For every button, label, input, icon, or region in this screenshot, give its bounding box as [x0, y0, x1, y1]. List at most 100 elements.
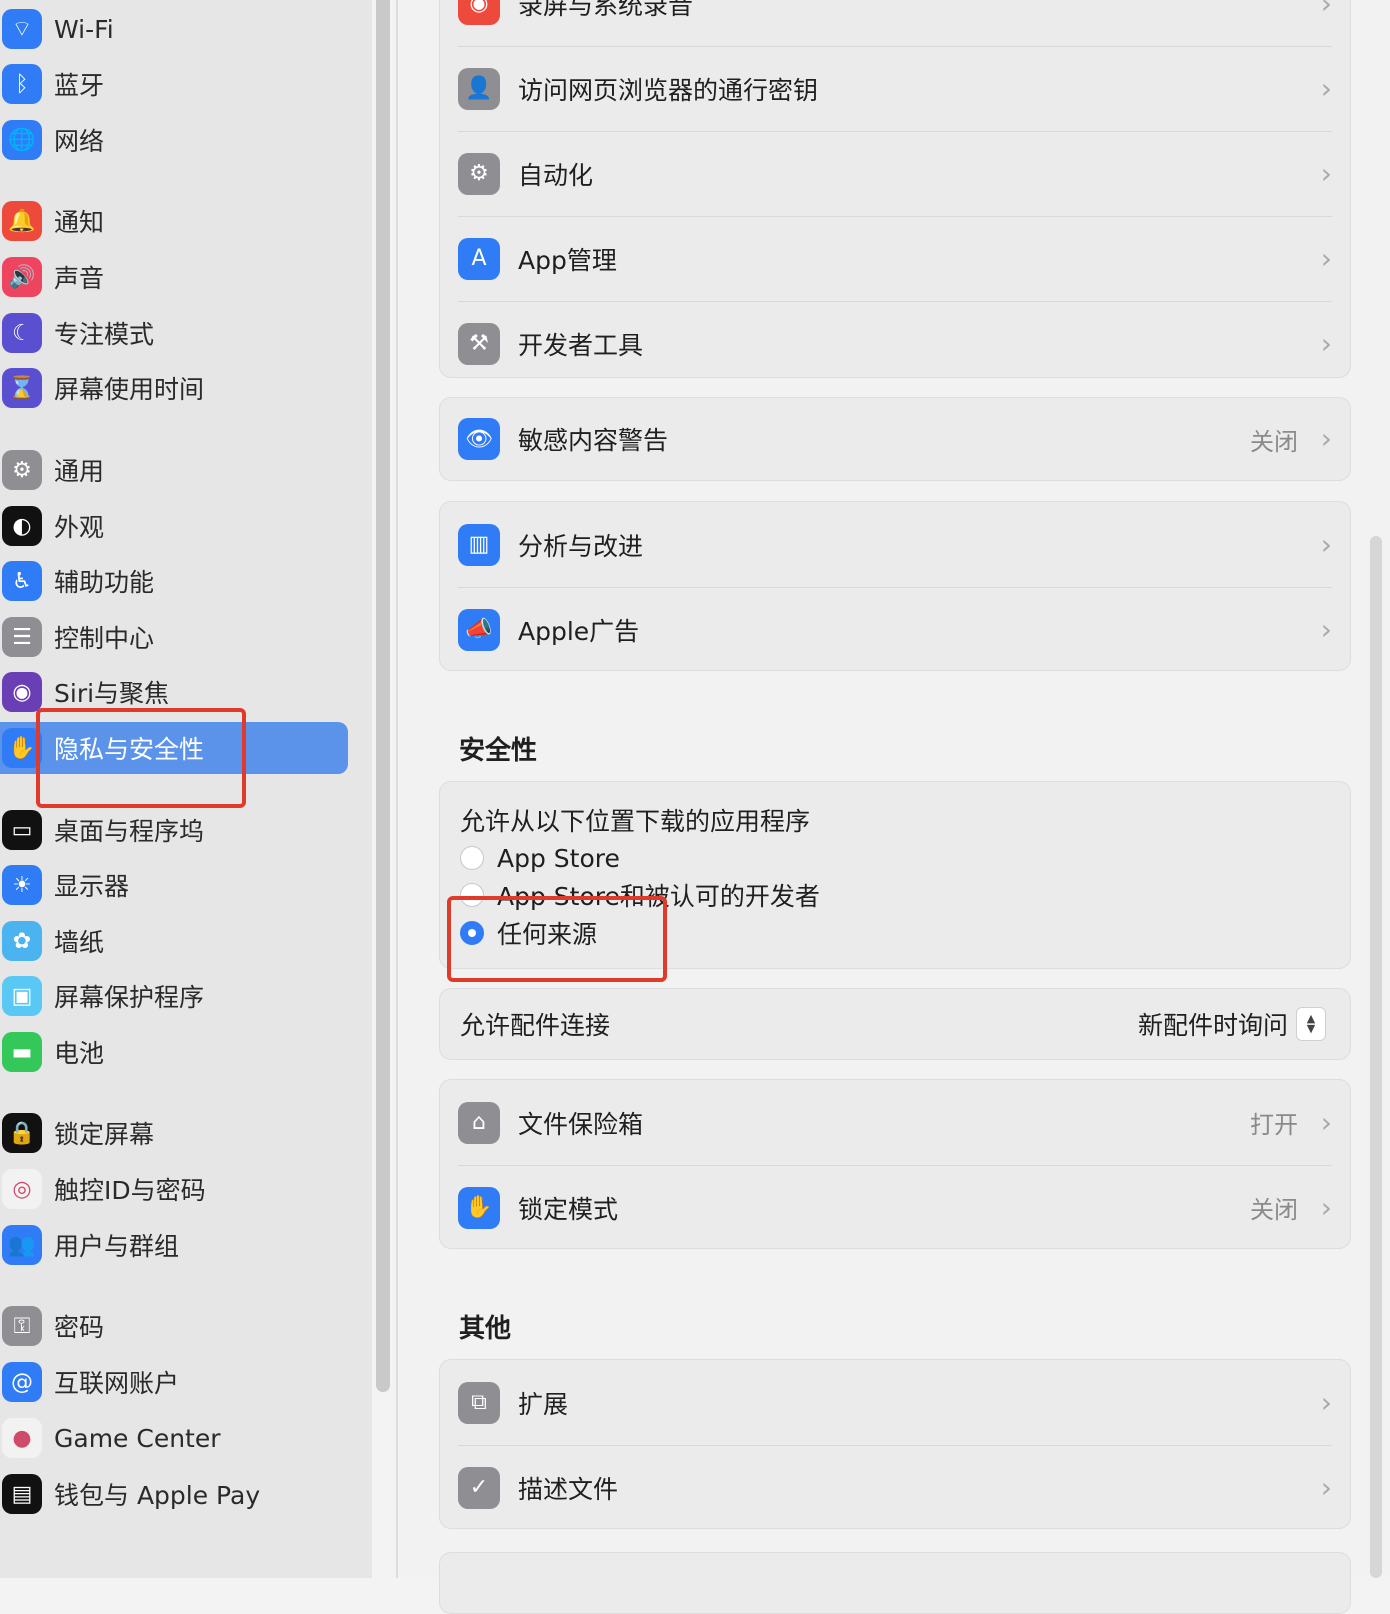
sidebar-item[interactable]: ● Game Center	[0, 1412, 348, 1464]
sidebar-item[interactable]: ◉ Siri与聚焦	[0, 666, 348, 718]
accessory-popup-value[interactable]: 新配件时询问	[1138, 1006, 1288, 1042]
sidebar-item[interactable]: ▣ 屏幕保护程序	[0, 970, 348, 1022]
sidebar-item-label: 墙纸	[54, 928, 105, 957]
accessory-row: 允许配件连接 新配件时询问 ▲ ▼	[440, 989, 1350, 1059]
sidebar-item[interactable]: ᛒ 蓝牙	[0, 58, 348, 110]
siri-icon: ◉	[2, 672, 42, 712]
record-icon: ◉	[458, 0, 500, 25]
accessory-card: 允许配件连接 新配件时询问 ▲ ▼	[439, 988, 1351, 1060]
chevron-right-icon: ›	[1320, 241, 1332, 275]
at-icon: @	[2, 1362, 42, 1402]
chevron-right-icon: ›	[1320, 1470, 1332, 1504]
sidebar-item-label: Siri与聚焦	[54, 679, 170, 708]
settings-row[interactable]: ⚙ 自动化 ›	[440, 131, 1350, 216]
appearance-icon: ◐	[2, 506, 42, 546]
popup-chevrons-icon[interactable]: ▲ ▼	[1296, 1007, 1326, 1041]
game-center-icon: ●	[2, 1418, 42, 1458]
sensitive-content-row[interactable]: 👁 敏感内容警告 关闭 ›	[440, 398, 1350, 480]
row-value: 打开	[1250, 1111, 1298, 1139]
sidebar-item[interactable]: ✋ 隐私与安全性	[0, 722, 348, 774]
sidebar-item[interactable]: 🌐 网络	[0, 114, 348, 166]
settings-row[interactable]: A App管理 ›	[440, 216, 1350, 301]
vault-icon: ⌂	[458, 1101, 500, 1144]
sidebar-item[interactable]: ▬ 电池	[0, 1026, 348, 1078]
eye-icon: 👁	[458, 418, 500, 460]
radio-option-anywhere[interactable]: 任何来源	[460, 915, 597, 951]
person-key-icon: 👤	[458, 67, 500, 110]
sidebar-item-label: 声音	[54, 264, 105, 293]
sidebar-item-label: Wi-Fi	[54, 14, 114, 44]
sidebar-item[interactable]: 🔊 声音	[0, 251, 348, 303]
row-label: App管理	[518, 245, 617, 275]
settings-row[interactable]: ⚒ 开发者工具 ›	[440, 301, 1350, 386]
accessibility-icon: ♿	[2, 561, 42, 601]
sidebar-item-label: 通知	[54, 208, 105, 237]
sidebar-item-label: 锁定屏幕	[54, 1120, 155, 1149]
sensitive-content-card: 👁 敏感内容警告 关闭 ›	[439, 397, 1351, 481]
users-icon: 👥	[2, 1225, 42, 1265]
row-value: 关闭	[1250, 1196, 1298, 1224]
settings-row[interactable]: ▥ 分析与改进 ›	[440, 502, 1350, 587]
main-pane: ◉ 录屏与系统录音 › 👤 访问网页浏览器的通行密钥 › ⚙ 自动化 › A App管理 › ⚒ 开发者工…	[398, 0, 1390, 1614]
globe-icon: 🌐	[2, 120, 42, 160]
row-label: 自动化	[518, 160, 594, 190]
sidebar-item[interactable]: ⌛ 屏幕使用时间	[0, 362, 348, 414]
hammer-icon: ⚒	[458, 322, 500, 365]
sidebar-item[interactable]: ☰ 控制中心	[0, 611, 348, 663]
radio-option-app-store[interactable]: App Store	[460, 840, 620, 876]
sidebar-item-label: 显示器	[54, 872, 130, 901]
sidebar-item-label: 蓝牙	[54, 71, 105, 100]
row-label: 录屏与系统录音	[518, 0, 694, 20]
app-store-icon: A	[458, 237, 500, 280]
radio-button[interactable]	[460, 883, 484, 907]
settings-row[interactable]: ⌂ 文件保险箱 打开 ›	[440, 1080, 1350, 1165]
wifi-icon: ⌔	[2, 9, 42, 49]
sidebar-item[interactable]: ⌔ Wi-Fi	[0, 3, 348, 55]
sidebar-item[interactable]: 🔒 锁定屏幕	[0, 1107, 348, 1159]
sidebar-item[interactable]: ◎ 触控ID与密码	[0, 1163, 348, 1215]
sidebar-item[interactable]: ☾ 专注模式	[0, 307, 348, 359]
sidebar-item[interactable]: 🔔 通知	[0, 195, 348, 247]
speaker-icon: 🔊	[2, 257, 42, 297]
chevron-right-icon: ›	[1320, 1190, 1332, 1224]
sidebar-item[interactable]: ⚙ 通用	[0, 444, 348, 496]
main-scrollbar[interactable]	[1370, 536, 1382, 1578]
radio-button[interactable]	[460, 846, 484, 870]
row-label: 锁定模式	[518, 1194, 619, 1224]
radio-button-selected[interactable]	[460, 921, 484, 945]
sidebar-item[interactable]: ◐ 外观	[0, 500, 348, 552]
settings-row[interactable]: ⧉ 扩展 ›	[440, 1360, 1350, 1445]
chevron-right-icon: ›	[1320, 1385, 1332, 1419]
sidebar-item[interactable]: ♿ 辅助功能	[0, 555, 348, 607]
sidebar-item[interactable]: 👥 用户与群组	[0, 1219, 348, 1271]
sidebar-item[interactable]: ☀ 显示器	[0, 859, 348, 911]
chevron-right-icon: ›	[1320, 612, 1332, 646]
battery-icon: ▬	[2, 1032, 42, 1072]
moon-icon: ☾	[2, 313, 42, 353]
sidebar-item[interactable]: ▭ 桌面与程序坞	[0, 804, 348, 856]
row-label: 扩展	[518, 1389, 569, 1419]
sidebar-item[interactable]: ⚿ 密码	[0, 1300, 348, 1352]
sidebar-scrollbar[interactable]	[376, 0, 390, 1392]
settings-row[interactable]: ✓ 描述文件 ›	[440, 1445, 1350, 1530]
settings-row[interactable]: 📣 Apple广告 ›	[440, 587, 1350, 672]
settings-row[interactable]: 👤 访问网页浏览器的通行密钥 ›	[440, 46, 1350, 131]
row-label: 敏感内容警告	[518, 426, 669, 455]
hand-icon: ✋	[458, 1186, 500, 1229]
analytics-card: ▥ 分析与改进 › 📣 Apple广告 ›	[439, 501, 1351, 671]
sidebar-item[interactable]: ▤ 钱包与 Apple Pay	[0, 1468, 348, 1520]
settings-row[interactable]: ◉ 录屏与系统录音 ›	[440, 0, 1350, 46]
partial-card	[439, 1552, 1351, 1614]
fingerprint-icon: ◎	[2, 1169, 42, 1209]
sidebar-item-label: 电池	[54, 1039, 105, 1068]
check-badge-icon: ✓	[458, 1466, 500, 1509]
chevron-right-icon: ›	[1320, 1105, 1332, 1139]
sidebar-item-label: 用户与群组	[54, 1232, 180, 1261]
settings-row[interactable]: ✋ 锁定模式 关闭 ›	[440, 1165, 1350, 1250]
sidebar-item-label: 外观	[54, 513, 105, 542]
sidebar-item[interactable]: ✿ 墙纸	[0, 915, 348, 967]
radio-option-identified-developers[interactable]: App Store和被认可的开发者	[460, 877, 820, 913]
sidebar-item[interactable]: @ 互联网账户	[0, 1356, 348, 1408]
accessory-label: 允许配件连接	[460, 1011, 611, 1040]
download-source-label: 允许从以下位置下载的应用程序	[460, 807, 811, 836]
